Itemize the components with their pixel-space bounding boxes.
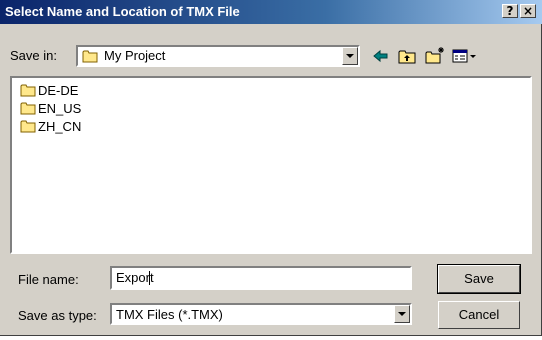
save-button[interactable]: Save (437, 264, 521, 294)
new-folder-icon (425, 47, 444, 64)
dialog-title: Select Name and Location of TMX File (5, 4, 240, 19)
folder-icon (82, 50, 98, 63)
up-folder-icon (398, 50, 416, 64)
chevron-down-icon (398, 312, 406, 316)
save-as-type-value: TMX Files (*.TMX) (116, 307, 223, 322)
list-item-label: ZH_CN (38, 119, 82, 134)
close-button[interactable]: × (520, 4, 536, 18)
save-in-value: My Project (104, 48, 166, 63)
folder-icon (20, 120, 36, 133)
save-as-type-label: Save as type: (18, 308, 97, 323)
folder-icon (20, 84, 36, 97)
back-button[interactable] (370, 46, 392, 66)
folder-icon (20, 102, 36, 115)
text-caret (149, 271, 150, 285)
up-folder-button[interactable] (396, 46, 418, 66)
save-in-label: Save in: (10, 48, 57, 63)
chevron-down-icon (346, 54, 354, 58)
save-as-type-dropdown-button[interactable] (394, 305, 410, 323)
save-in-dropdown-button[interactable] (342, 47, 358, 65)
view-menu-icon (452, 49, 476, 63)
help-button[interactable]: ? (502, 4, 518, 18)
file-name-value: Export (116, 270, 154, 285)
list-item-label: EN_US (38, 101, 82, 116)
list-item-label: DE-DE (38, 83, 79, 98)
back-icon (373, 49, 388, 63)
cancel-button[interactable]: Cancel (438, 301, 520, 329)
view-menu-button[interactable] (450, 46, 478, 66)
file-name-input[interactable]: Export (110, 266, 412, 290)
title-bar[interactable]: Select Name and Location of TMX File ? × (0, 0, 542, 24)
save-as-type-combo[interactable]: TMX Files (*.TMX) (110, 303, 412, 325)
new-folder-button[interactable] (424, 46, 446, 66)
file-name-label: File name: (18, 272, 79, 287)
file-list[interactable] (10, 76, 532, 254)
save-in-combo[interactable]: My Project (76, 45, 360, 67)
save-dialog: Select Name and Location of TMX File ? ×… (0, 0, 542, 336)
